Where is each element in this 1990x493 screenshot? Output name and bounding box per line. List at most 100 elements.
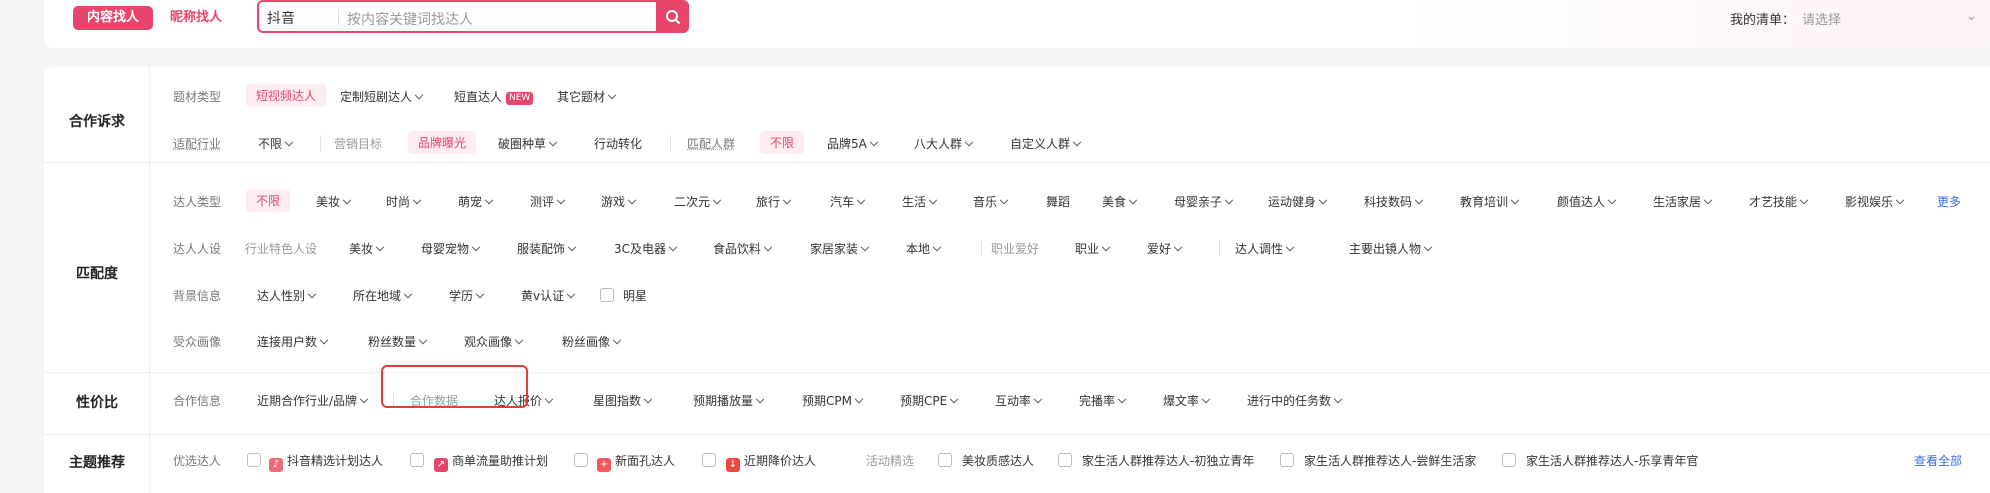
my-list-select[interactable]: 请选择 <box>1802 9 1982 28</box>
chevron-down-icon <box>1333 394 1343 404</box>
featured-checkbox[interactable] <box>410 453 424 467</box>
filter-persona[interactable]: 母婴宠物 <box>421 240 481 257</box>
filter-type[interactable]: 美妆 <box>316 193 352 210</box>
filter-eight-crowds[interactable]: 八大人群 <box>914 135 974 152</box>
filter-live[interactable]: 短直达人 NEW <box>454 88 534 105</box>
filter-education[interactable]: 学历 <box>449 287 485 304</box>
filter-type[interactable]: 二次元 <box>674 193 722 210</box>
filter-tone[interactable]: 达人调性 <box>1235 240 1295 257</box>
highlight-box <box>381 365 528 408</box>
tab-nickname-search[interactable]: 昵称找人 <box>156 6 236 30</box>
filter-data[interactable]: 完播率 <box>1079 392 1127 409</box>
chevron-down-icon <box>1117 394 1127 404</box>
filter-type[interactable]: 测评 <box>530 193 566 210</box>
filter-persona[interactable]: 本地 <box>906 240 942 257</box>
filter-persona[interactable]: 家居家装 <box>810 240 870 257</box>
filter-crowd-unlimited[interactable]: 不限 <box>760 131 805 154</box>
search-button[interactable] <box>656 0 689 33</box>
filter-type[interactable]: 生活 <box>902 193 938 210</box>
filter-type[interactable]: 时尚 <box>386 193 422 210</box>
filter-main-person[interactable]: 主要出镜人物 <box>1349 240 1433 257</box>
search-input[interactable]: 按内容关键词找达人 <box>347 9 473 29</box>
filter-label: 粉丝画像 <box>562 335 611 349</box>
filter-audience[interactable]: 观众画像 <box>464 333 524 350</box>
tab-content-search[interactable]: 内容找人 <box>73 6 153 30</box>
filter-gender[interactable]: 达人性别 <box>257 287 317 304</box>
filter-data[interactable]: 爆文率 <box>1163 392 1211 409</box>
filter-label: 其它题材 <box>557 90 606 104</box>
chevron-down-icon <box>1224 195 1234 205</box>
filter-type[interactable]: 旅行 <box>756 193 792 210</box>
filter-label: 美妆 <box>349 242 374 256</box>
filter-hobby[interactable]: 爱好 <box>1147 240 1183 257</box>
row-label: 背景信息 <box>173 289 222 303</box>
activity-checkbox[interactable] <box>1502 453 1516 467</box>
filter-type[interactable]: 萌宠 <box>458 193 494 210</box>
filter-label: 黄v认证 <box>521 289 565 303</box>
filter-type[interactable]: 生活家居 <box>1653 193 1713 210</box>
filter-other[interactable]: 其它题材 <box>557 88 617 105</box>
divider <box>981 240 982 256</box>
filter-type[interactable]: 科技数码 <box>1364 193 1424 210</box>
featured-checkbox[interactable] <box>574 453 588 467</box>
filter-5a[interactable]: 品牌5A <box>827 135 879 152</box>
filter-seeding[interactable]: 破圈种草 <box>498 135 558 152</box>
filter-label: 母婴宠物 <box>421 242 470 256</box>
row-sublabel: 行业特色人设 <box>245 242 318 256</box>
filter-label: 预期CPM <box>802 394 852 408</box>
activity-option: 家生活人群推荐达人-乐享青年官 <box>1526 454 1699 468</box>
filter-unlimited[interactable]: 不限 <box>258 135 294 152</box>
activity-checkbox[interactable] <box>938 453 952 467</box>
filter-audience[interactable]: 粉丝数量 <box>368 333 428 350</box>
filter-type[interactable]: 影视娱乐 <box>1845 193 1905 210</box>
filter-persona[interactable]: 美妆 <box>349 240 385 257</box>
activity-checkbox[interactable] <box>1058 453 1072 467</box>
filter-brand-exposure[interactable]: 品牌曝光 <box>408 131 477 154</box>
filter-data[interactable]: 预期CPM <box>802 392 864 409</box>
view-all-link[interactable]: 查看全部 <box>1914 452 1962 469</box>
featured-checkbox[interactable] <box>702 453 716 467</box>
filter-data[interactable]: 星图指数 <box>593 392 653 409</box>
filter-type[interactable]: 汽车 <box>830 193 866 210</box>
filter-type[interactable]: 运动健身 <box>1268 193 1328 210</box>
filter-drama[interactable]: 定制短剧达人 <box>340 88 424 105</box>
more-link[interactable]: 更多 <box>1937 193 1961 210</box>
filter-label: 粉丝数量 <box>368 335 417 349</box>
filter-label: 影视娱乐 <box>1845 195 1894 209</box>
activity-checkbox[interactable] <box>1280 453 1294 467</box>
chevron-down-icon <box>548 137 558 147</box>
platform-select[interactable]: 抖音 <box>267 8 295 28</box>
featured-checkbox[interactable] <box>247 453 261 467</box>
filter-region[interactable]: 所在地域 <box>353 287 413 304</box>
filter-label: 本地 <box>906 242 931 256</box>
filter-data[interactable]: 互动率 <box>995 392 1043 409</box>
chevron-down-icon <box>712 195 722 205</box>
filter-type[interactable]: 母婴亲子 <box>1174 193 1234 210</box>
filter-type[interactable]: 颜值达人 <box>1557 193 1617 210</box>
filter-audience[interactable]: 粉丝画像 <box>562 333 622 350</box>
filter-job[interactable]: 职业 <box>1075 240 1111 257</box>
filter-data[interactable]: 预期CPE <box>900 392 959 409</box>
filter-type[interactable]: 美食 <box>1102 193 1138 210</box>
filter-type[interactable]: 音乐 <box>973 193 1009 210</box>
filter-type-unlimited[interactable]: 不限 <box>246 189 291 212</box>
filter-audience[interactable]: 连接用户数 <box>257 333 329 350</box>
filter-type[interactable]: 游戏 <box>601 193 637 210</box>
chevron-down-icon <box>627 195 637 205</box>
filter-data[interactable]: 进行中的任务数 <box>1247 392 1343 409</box>
star-checkbox[interactable] <box>600 288 614 302</box>
filter-conversion[interactable]: 行动转化 <box>594 135 642 152</box>
filter-persona[interactable]: 服装配饰 <box>517 240 577 257</box>
filter-label: 美妆 <box>316 195 341 209</box>
chevron-down-icon <box>375 242 385 252</box>
filter-short-video[interactable]: 短视频达人 <box>246 84 327 107</box>
filter-recent-industry[interactable]: 近期合作行业/品牌 <box>257 392 369 409</box>
filter-persona[interactable]: 食品饮料 <box>713 240 773 257</box>
filter-verified[interactable]: 黄v认证 <box>521 287 576 304</box>
filter-data[interactable]: 预期播放量 <box>693 392 765 409</box>
filter-type[interactable]: 舞蹈 <box>1046 193 1070 210</box>
filter-custom-crowd[interactable]: 自定义人群 <box>1010 135 1082 152</box>
filter-type[interactable]: 才艺技能 <box>1749 193 1809 210</box>
filter-type[interactable]: 教育培训 <box>1460 193 1520 210</box>
filter-persona[interactable]: 3C及电器 <box>614 240 678 257</box>
